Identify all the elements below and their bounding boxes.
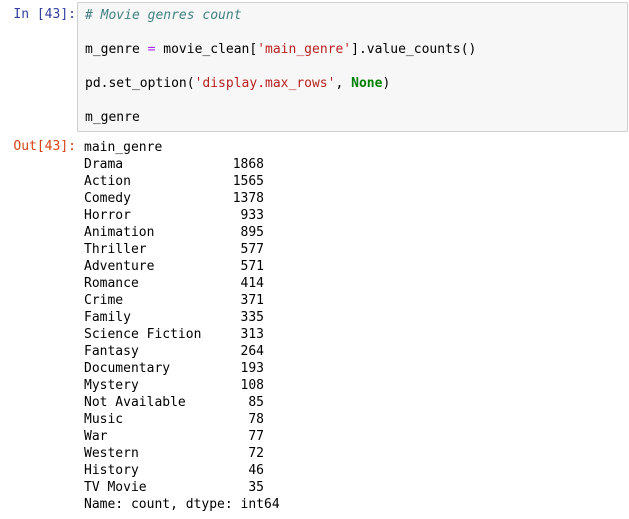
table-row: Thriller 577 <box>84 241 274 258</box>
code-string: 'display.max_rows' <box>194 76 336 91</box>
output-prompt: Out[43]: <box>13 139 76 154</box>
genre-label: Drama <box>84 157 124 172</box>
genre-count: 77 <box>248 429 264 444</box>
genre-label: Crime <box>84 293 124 308</box>
genre-label: Horror <box>84 208 131 223</box>
table-row: Drama 1868 <box>84 156 274 173</box>
genre-label: War <box>84 429 108 444</box>
code-call-pre: pd.set_option( <box>85 76 195 91</box>
genre-count: 85 <box>248 395 264 410</box>
code-call-post: ].value_counts() <box>351 42 477 57</box>
genre-count: 78 <box>248 412 264 427</box>
genre-count: 108 <box>240 378 264 393</box>
genre-label: Action <box>84 174 131 189</box>
genre-label: Animation <box>84 225 155 240</box>
genre-label: TV Movie <box>84 480 147 495</box>
genre-label: History <box>84 463 139 478</box>
table-row: Animation 895 <box>84 224 274 241</box>
code-line-1: m_genre = movie_clean['main_genre'].valu… <box>85 41 476 58</box>
table-row: Documentary 193 <box>84 360 274 377</box>
code-string: 'main_genre' <box>257 42 352 57</box>
code-call-pre: movie_clean[ <box>155 42 258 57</box>
genre-count: 335 <box>240 310 264 325</box>
genre-label: Science Fiction <box>84 327 202 342</box>
genre-label: Western <box>84 446 139 461</box>
table-row: Not Available 85 <box>84 394 274 411</box>
genre-count: 577 <box>240 242 264 257</box>
genre-count: 1378 <box>232 191 264 206</box>
genre-label: Romance <box>84 276 139 291</box>
table-row: Romance 414 <box>84 275 274 292</box>
series-footer: Name: count, dtype: int64 <box>84 497 280 512</box>
table-row: Comedy 1378 <box>84 190 274 207</box>
genre-label: Not Available <box>84 395 186 410</box>
table-row: Adventure 571 <box>84 258 274 275</box>
table-row: Action 1565 <box>84 173 274 190</box>
genre-label: Documentary <box>84 361 171 376</box>
genre-label: Family <box>84 310 131 325</box>
genre-count: 414 <box>240 276 264 291</box>
genre-count: 571 <box>240 259 264 274</box>
genre-label: Adventure <box>84 259 155 274</box>
genre-count: 895 <box>240 225 264 240</box>
genre-count: 46 <box>248 463 264 478</box>
code-comment: # Movie genres count <box>85 8 242 23</box>
genre-count: 313 <box>240 327 264 342</box>
genre-label: Mystery <box>84 378 139 393</box>
table-row: Mystery 108 <box>84 377 274 394</box>
genre-count: 371 <box>240 293 264 308</box>
table-row: TV Movie 35 <box>84 479 274 496</box>
input-cell[interactable]: In [43]: # Movie genres count m_genre = … <box>0 2 629 132</box>
genre-label: Thriller <box>84 242 147 257</box>
code-sep: , <box>335 76 352 91</box>
genre-count: 72 <box>248 446 264 461</box>
table-row: Family 335 <box>84 309 274 326</box>
table-row: Fantasy 264 <box>84 343 274 360</box>
code-call-post: ) <box>382 76 391 91</box>
genre-label: Fantasy <box>84 344 139 359</box>
table-row: Music 78 <box>84 411 274 428</box>
code-editor[interactable]: # Movie genres count m_genre = movie_cle… <box>77 2 628 132</box>
genre-count: 1565 <box>232 174 264 189</box>
genre-count: 193 <box>240 361 264 376</box>
code-keyword: None <box>351 76 383 91</box>
genre-count: 264 <box>240 344 264 359</box>
output-cell: Out[43]: main_genre Drama 1868 Action 1565 C… <box>0 138 629 518</box>
series-header: main_genre <box>84 140 163 155</box>
genre-count: 933 <box>240 208 264 223</box>
table-row: Crime 371 <box>84 292 274 309</box>
code-var: m_genre <box>85 42 140 57</box>
table-row: Science Fiction 313 <box>84 326 274 343</box>
genre-count: 1868 <box>232 157 264 172</box>
code-line-2: pd.set_option('display.max_rows', None) <box>85 75 390 92</box>
table-row: Western 72 <box>84 445 274 462</box>
genre-count: 35 <box>248 480 264 495</box>
table-row: War 77 <box>84 428 274 445</box>
table-row: History 46 <box>84 462 274 479</box>
genre-label: Music <box>84 412 124 427</box>
input-prompt: In [43]: <box>13 7 76 22</box>
table-row: Horror 933 <box>84 207 274 224</box>
code-line-3: m_genre <box>85 110 140 125</box>
genre-label: Comedy <box>84 191 131 206</box>
